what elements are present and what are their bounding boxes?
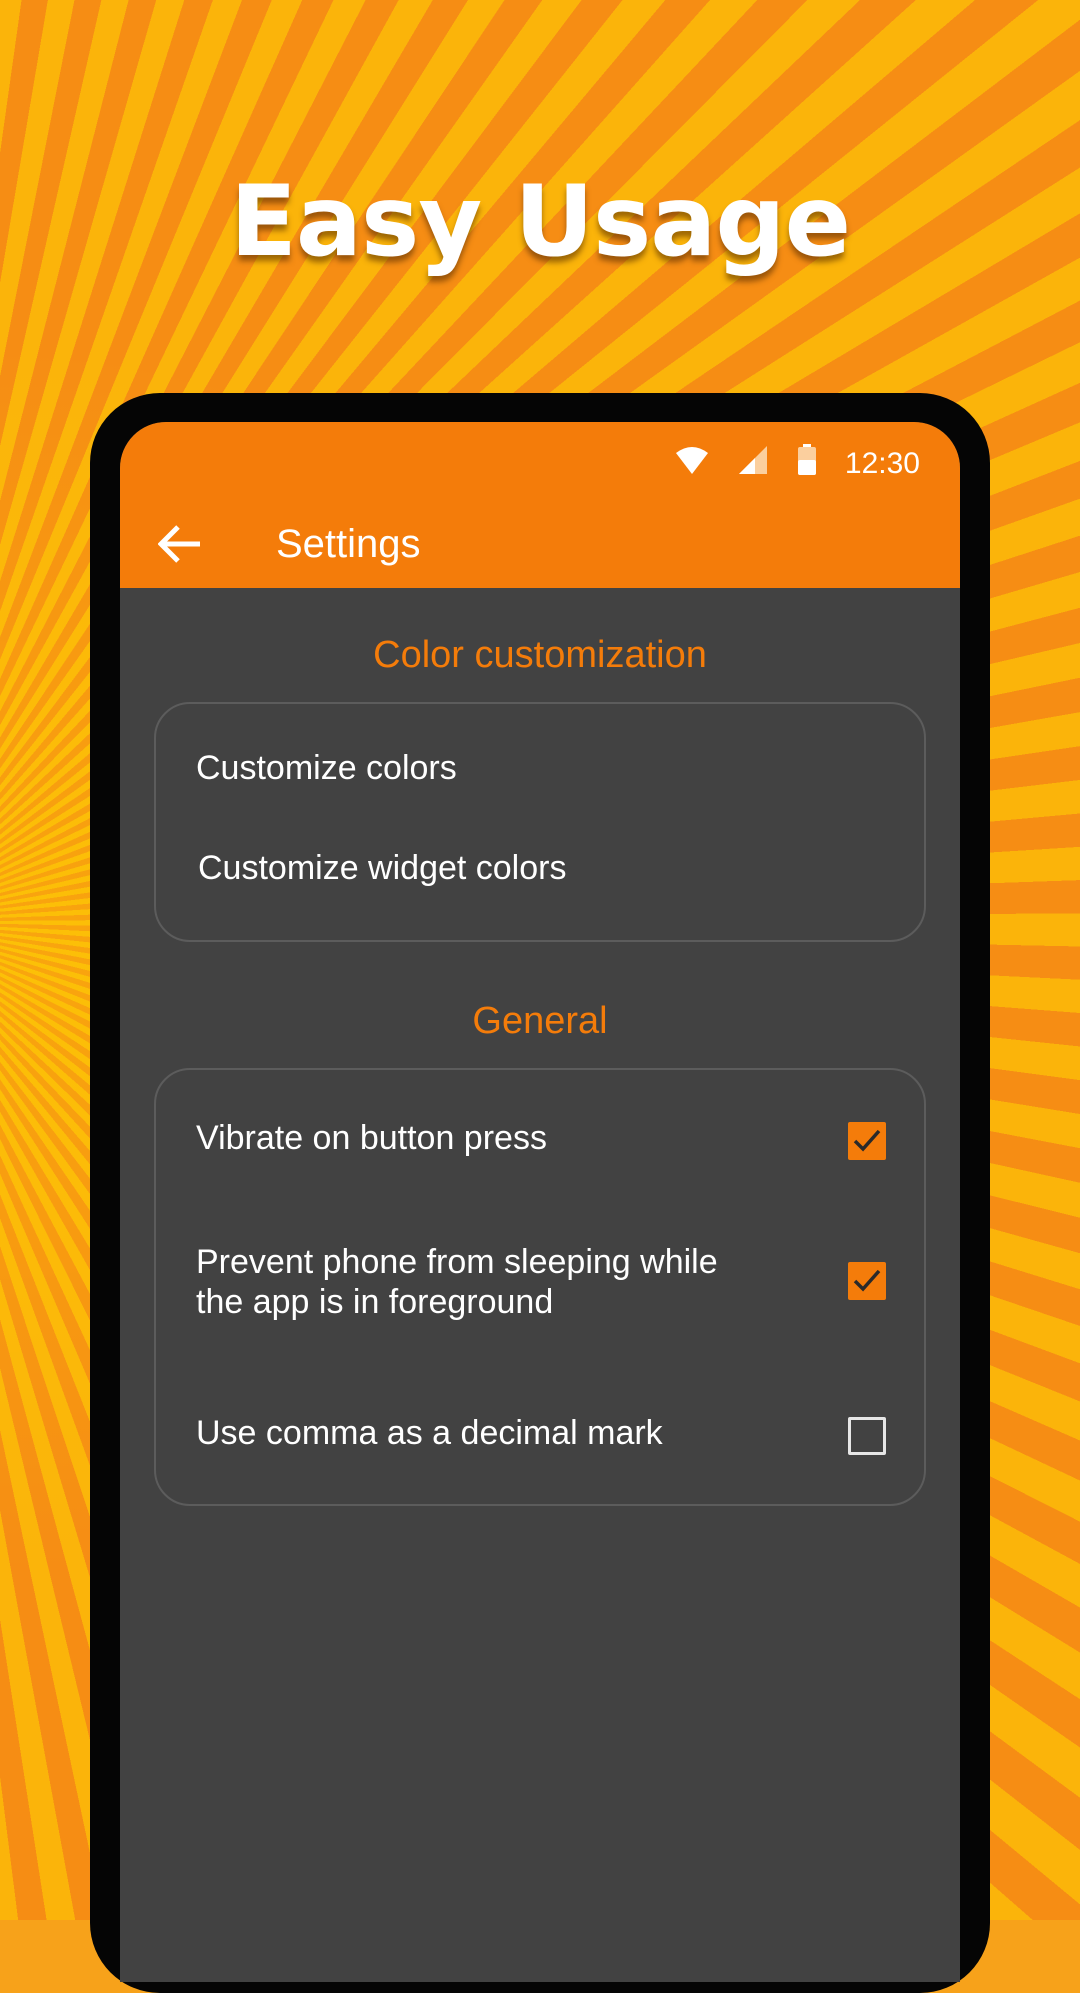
customize-widget-colors-label: Customize widget colors — [198, 849, 567, 887]
status-time: 12:30 — [844, 447, 920, 480]
comma-decimal-label: Use comma as a decimal mark — [196, 1414, 663, 1452]
page-title: Settings — [276, 521, 421, 566]
wifi-icon — [675, 445, 709, 483]
customize-colors-item[interactable]: Customize colors — [196, 748, 894, 788]
arrow-left-icon — [158, 525, 200, 563]
comma-decimal-checkbox[interactable] — [848, 1417, 886, 1455]
prevent-sleep-label: Prevent phone from sleeping while the ap… — [196, 1243, 718, 1321]
cell-signal-icon — [737, 445, 769, 483]
vibrate-on-press-item[interactable]: Vibrate on button press — [196, 1118, 894, 1168]
status-bar: 12:30 — [675, 440, 920, 488]
customize-widget-colors-item[interactable]: Customize widget colors — [198, 848, 894, 888]
prevent-sleep-item[interactable]: Prevent phone from sleeping while the ap… — [196, 1242, 894, 1322]
vibrate-on-press-label: Vibrate on button press — [196, 1119, 547, 1157]
checkmark-icon — [853, 1269, 881, 1292]
promo-headline: Easy Usage — [229, 165, 851, 279]
app-bar: 12:30 Settings — [120, 422, 960, 588]
general-card: Vibrate on button press Prevent phone fr… — [154, 1068, 926, 1506]
customize-colors-label: Customize colors — [196, 749, 457, 787]
comma-decimal-item[interactable]: Use comma as a decimal mark — [196, 1413, 894, 1463]
checkmark-icon — [853, 1129, 881, 1152]
back-button[interactable] — [150, 514, 210, 574]
battery-icon — [797, 444, 817, 484]
section-title-color-customization: Color customization — [373, 634, 707, 676]
prevent-sleep-checkbox[interactable] — [848, 1262, 886, 1300]
toolbar: Settings — [120, 500, 960, 588]
section-title-general: General — [472, 1000, 608, 1042]
vibrate-on-press-checkbox[interactable] — [848, 1122, 886, 1160]
phone-screen: 12:30 Settings Color customization Custo… — [120, 422, 960, 1982]
color-customization-card: Customize colors Customize widget colors — [154, 702, 926, 942]
